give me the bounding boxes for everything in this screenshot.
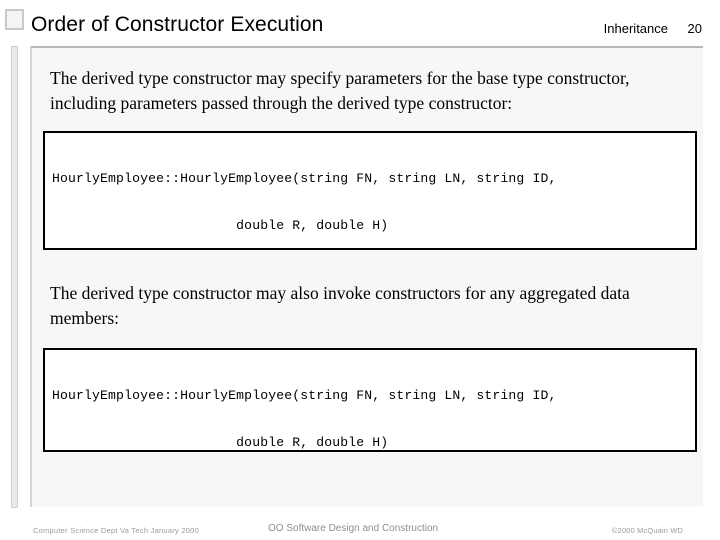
left-accent-bar [11, 46, 18, 508]
footer-right-text: ©2000 McQuain WD [612, 526, 684, 535]
slide-root: Order of Constructor Execution Inheritan… [0, 0, 720, 540]
paragraph-two: The derived type constructor may also in… [50, 283, 630, 328]
code-line: HourlyEmployee::HourlyEmployee(string FN… [52, 170, 557, 186]
header-topic-label: Inheritance [603, 21, 668, 36]
slide-header: Order of Constructor Execution Inheritan… [0, 0, 720, 46]
slide-number: 20 [687, 21, 702, 36]
code-block-member-initializers: HourlyEmployee::HourlyEmployee(string FN… [43, 348, 697, 452]
footer-left-text: Computer Science Dept Va Tech January 20… [33, 526, 199, 535]
code-line: double R, double H) [52, 434, 389, 450]
footer-center-text: OO Software Design and Construction [268, 523, 439, 534]
code-block-base-constructor-params: HourlyEmployee::HourlyEmployee(string FN… [43, 131, 697, 250]
code-line: HourlyEmployee::HourlyEmployee(string FN… [52, 387, 557, 403]
slide-footer: Computer Science Dept Va Tech January 20… [0, 508, 720, 540]
page-title: Order of Constructor Execution [31, 13, 324, 36]
paragraph-one: The derived type constructor may specify… [50, 68, 630, 113]
code-line: double R, double H) [52, 217, 389, 233]
square-bullet-icon [5, 9, 24, 30]
